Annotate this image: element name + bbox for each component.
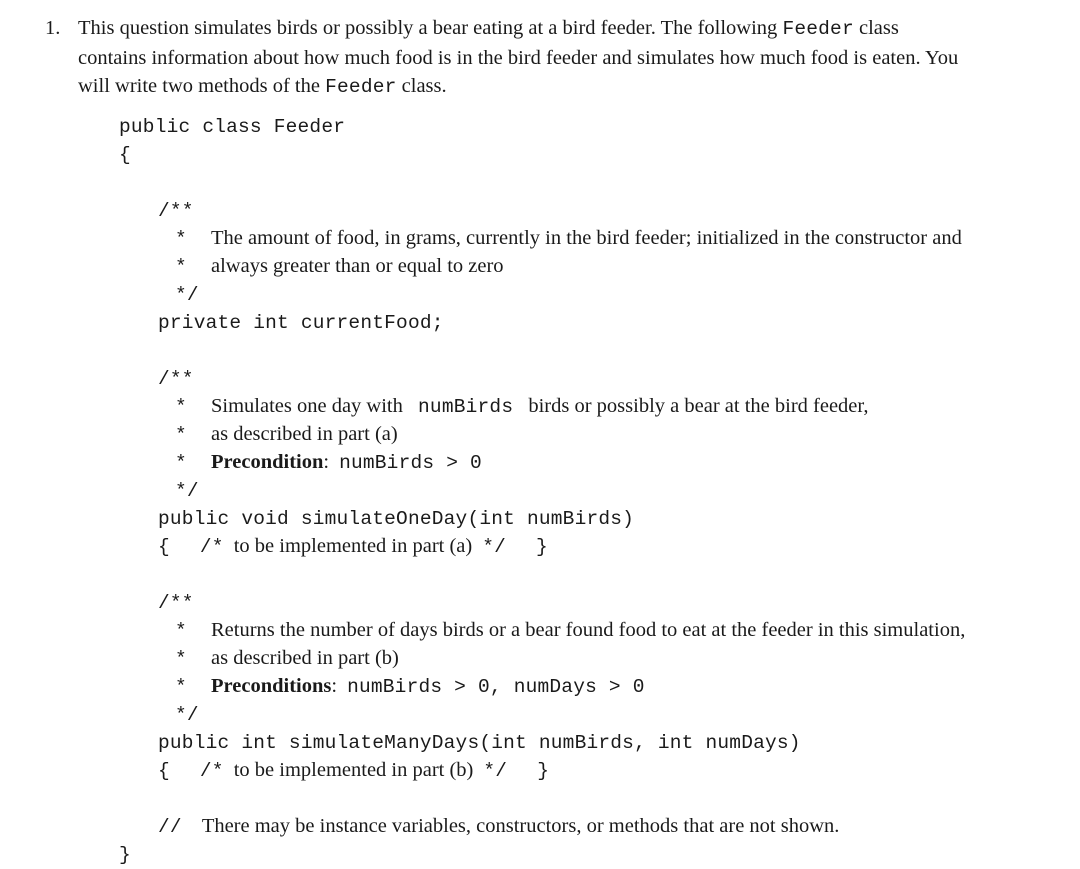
javadoc-star-icon: * (175, 256, 187, 278)
question-block: 1. This question simulates birds or poss… (45, 14, 1020, 102)
code-line-class-declaration: public class Feeder (119, 112, 1059, 140)
question-line-3-part-1: will write two methods of the (78, 75, 326, 97)
method-one-comment-text-2: as described in part (a) (211, 423, 398, 445)
method-two-comment-close: */ (175, 704, 199, 726)
question-line-1-part-1: This question simulates birds or possibl… (78, 17, 783, 39)
code-line-field-comment-2: * always greater than or equal to zero (119, 252, 1059, 280)
method-one-body-comment-close: */ (482, 536, 507, 558)
question-line-3-part-3: class. (396, 75, 447, 97)
code-blank-line-4 (119, 784, 1059, 812)
code-line-method-one-comment-close: */ (119, 476, 1059, 504)
method-two-body-comment-open: /* (199, 760, 224, 782)
code-line-method-one-signature: public void simulateOneDay(int numBirds) (119, 504, 1059, 532)
code-line-method-two-precondition: * Preconditions: numBirds > 0, numDays > 0 (119, 672, 1059, 700)
method-one-comment-close: */ (175, 480, 199, 502)
method-one-precondition-label: Precondition (211, 451, 324, 473)
javadoc-star-icon: * (175, 228, 187, 250)
code-line-field-comment-open: /** (119, 196, 1059, 224)
trailing-note-text: There may be instance variables, constru… (201, 815, 840, 837)
code-line-method-two-comment-1: * Returns the number of days birds or a b… (119, 616, 1059, 644)
code-line-field-comment-close: */ (119, 280, 1059, 308)
method-two-precondition-code: numBirds > 0, numDays > 0 (347, 676, 645, 698)
document-page: 1. This question simulates birds or poss… (0, 0, 1080, 866)
method-one-precondition-code: numBirds > 0 (339, 452, 482, 474)
question-line-3-code-feeder: Feeder (325, 76, 397, 98)
question-line-1-code-feeder: Feeder (782, 18, 854, 40)
class-open-brace: { (119, 144, 131, 166)
code-line-field-comment-1: * The amount of food, in grams, currently… (119, 224, 1059, 252)
code-blank-line-3 (119, 560, 1059, 588)
javadoc-star-icon: * (175, 396, 187, 418)
javadoc-star-icon: * (175, 452, 187, 474)
method-two-signature-text: public int simulateManyDays(int numBirds… (158, 732, 801, 754)
code-line-method-two-comment-open: /** (119, 588, 1059, 616)
question-number: 1. (45, 17, 61, 39)
method-two-comment-text-2: as described in part (b) (211, 647, 399, 669)
method-two-body-close-brace: } (537, 760, 550, 782)
field-comment-close: */ (175, 284, 199, 306)
code-line-method-two-comment-2: * as described in part (b) (119, 644, 1059, 672)
code-line-method-one-comment-1: * Simulates one day with numBirds birds o… (119, 392, 1059, 420)
method-one-body-close-brace: } (536, 536, 548, 558)
method-two-precondition-label: Preconditions (211, 675, 332, 697)
field-declaration-text: private int currentFood; (158, 312, 444, 334)
method-two-body-open-brace: { (158, 760, 170, 782)
method-two-body-comment-text: to be implemented in part (b) (233, 759, 474, 781)
class-close-brace: } (119, 844, 131, 866)
method-one-comment-open: /** (158, 368, 194, 390)
code-line-method-two-comment-close: */ (119, 700, 1059, 728)
question-text: This question simulates birds or possibl… (78, 14, 1020, 102)
javadoc-star-icon: * (175, 424, 187, 446)
method-one-body-comment-open: /* (199, 536, 224, 558)
method-one-signature-text: public void simulateOneDay(int numBirds) (158, 508, 635, 530)
field-comment-text-2: always greater than or equal to zero (211, 255, 504, 277)
question-line-2-part-1: contains information about how much food… (78, 46, 959, 69)
code-line-method-two-body: { /* to be implemented in part (b) */} (119, 756, 1059, 784)
question-line-2: contains information about how much food… (78, 44, 1020, 73)
method-one-comment-suffix: birds or possibly a bear at the bird fee… (523, 395, 869, 417)
method-one-comment-code-numbirds: numBirds (418, 396, 514, 418)
code-listing: public class Feeder { /** * The amount of… (119, 112, 1059, 868)
method-two-precondition-colon: : (331, 675, 338, 697)
code-line-method-one-comment-2: * as described in part (a) (119, 420, 1059, 448)
code-line-field-declaration: private int currentFood; (119, 308, 1059, 336)
code-line-method-one-body: { /* to be implemented in part (a) */} (119, 532, 1059, 560)
javadoc-star-icon: * (175, 648, 187, 670)
javadoc-star-icon: * (175, 676, 187, 698)
code-line-method-one-comment-open: /** (119, 364, 1059, 392)
method-one-comment-prefix: Simulates one day with (211, 395, 409, 417)
question-line-1: This question simulates birds or possibl… (78, 14, 1020, 44)
javadoc-star-icon: * (175, 620, 187, 642)
method-one-body-open-brace: { (158, 536, 170, 558)
code-line-class-close-brace: } (119, 840, 1059, 868)
method-one-precondition-colon: : (323, 451, 330, 473)
question-line-1-part-3: class (853, 17, 899, 39)
code-line-method-two-signature: public int simulateManyDays(int numBirds… (119, 728, 1059, 756)
field-comment-open: /** (158, 200, 194, 222)
code-blank-line-2 (119, 336, 1059, 364)
method-one-body-comment-text: to be implemented in part (a) (233, 535, 473, 557)
code-line-class-open-brace: { (119, 140, 1059, 168)
method-two-comment-open: /** (158, 592, 194, 614)
question-line-3: will write two methods of the Feeder cla… (78, 72, 1020, 102)
class-declaration-text: public class Feeder (119, 116, 346, 138)
code-line-method-one-precondition: * Precondition: numBirds > 0 (119, 448, 1059, 476)
field-comment-text-1: The amount of food, in grams, currently … (211, 227, 962, 249)
code-line-trailing-note: // There may be instance variables, const… (119, 812, 1059, 840)
code-blank-line-1 (119, 168, 1059, 196)
line-comment-marker: // (158, 816, 182, 838)
method-two-body-comment-close: */ (483, 760, 508, 782)
method-two-comment-text-1: Returns the number of days birds or a be… (211, 619, 966, 641)
